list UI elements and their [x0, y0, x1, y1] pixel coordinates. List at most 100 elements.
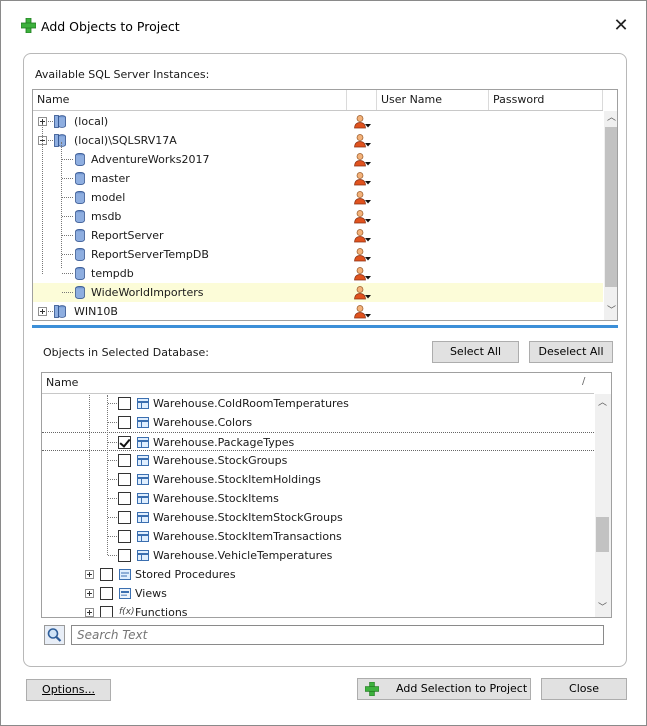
object-group-row[interactable]: Views	[42, 584, 594, 603]
tree-line	[48, 121, 53, 122]
stored-procedure-icon	[119, 569, 131, 580]
credentials-icon[interactable]	[354, 305, 372, 319]
object-name: Warehouse.Colors	[153, 416, 253, 429]
credentials-icon[interactable]	[354, 191, 372, 205]
magnifier-icon	[47, 628, 62, 642]
scroll-down-arrow[interactable]: ﹀	[604, 304, 617, 319]
object-row[interactable]: Warehouse.StockItemHoldings	[42, 470, 594, 489]
object-name: Warehouse.StockItemHoldings	[153, 473, 321, 486]
group-checkbox[interactable]	[100, 606, 113, 617]
database-row[interactable]: msdb	[33, 207, 603, 226]
object-row[interactable]: Warehouse.StockGroups	[42, 451, 594, 470]
object-row[interactable]: Warehouse.StockItems	[42, 489, 594, 508]
options-button[interactable]: Options...	[26, 679, 111, 701]
server-icon	[54, 134, 66, 147]
group-checkbox[interactable]	[100, 587, 113, 600]
tree-expander[interactable]	[85, 589, 94, 598]
object-checkbox[interactable]	[118, 454, 131, 467]
add-icon	[365, 682, 379, 696]
object-checkbox[interactable]	[118, 511, 131, 524]
close-button[interactable]: Close	[541, 678, 627, 700]
tree-line	[61, 142, 62, 268]
instances-scrollbar[interactable]: ︿ ﹀	[604, 111, 617, 320]
object-row[interactable]: Warehouse.Colors	[42, 413, 594, 432]
object-row[interactable]: Warehouse.ColdRoomTemperatures	[42, 394, 594, 413]
scroll-down-arrow[interactable]: ﹀	[595, 601, 610, 616]
tree-expander[interactable]	[85, 570, 94, 579]
object-checkbox[interactable]	[118, 492, 131, 505]
sort-indicator: /	[582, 376, 586, 387]
add-selection-button[interactable]: Add Selection to Project	[357, 678, 531, 700]
close-window-button[interactable]: ✕	[611, 17, 631, 37]
table-icon	[137, 474, 149, 485]
table-icon	[137, 512, 149, 523]
add-icon	[21, 18, 36, 33]
credentials-icon[interactable]	[354, 172, 372, 186]
database-row[interactable]: ReportServer	[33, 226, 603, 245]
credentials-icon[interactable]	[354, 210, 372, 224]
object-checkbox[interactable]	[118, 436, 131, 449]
credentials-icon[interactable]	[354, 248, 372, 262]
server-row[interactable]: WIN10B	[33, 302, 603, 320]
credentials-icon[interactable]	[354, 286, 372, 300]
search-button[interactable]	[44, 625, 65, 645]
object-checkbox[interactable]	[118, 530, 131, 543]
instances-scroll-thumb[interactable]	[605, 127, 617, 287]
object-group-row[interactable]: Stored Procedures	[42, 565, 594, 584]
object-checkbox[interactable]	[118, 397, 131, 410]
database-name: ReportServerTempDB	[91, 248, 209, 261]
window-title: Add Objects to Project	[41, 19, 180, 34]
tree-line	[62, 292, 73, 293]
credentials-icon[interactable]	[354, 134, 372, 148]
column-header-credentials[interactable]	[347, 90, 377, 110]
object-name: Warehouse.VehicleTemperatures	[153, 549, 333, 562]
tree-expander[interactable]	[38, 307, 47, 316]
instances-grid[interactable]: Name User Name Password (local) (local)\S…	[32, 89, 618, 321]
database-row[interactable]: model	[33, 188, 603, 207]
objects-section-label: Objects in Selected Database:	[43, 346, 209, 359]
database-icon	[75, 153, 85, 166]
object-row[interactable]: Warehouse.StockItemTransactions	[42, 527, 594, 546]
column-header-user-name[interactable]: User Name	[377, 90, 489, 110]
tree-expander[interactable]	[85, 608, 94, 617]
credentials-icon[interactable]	[354, 267, 372, 281]
database-row[interactable]: ReportServerTempDB	[33, 245, 603, 264]
object-row[interactable]: Warehouse.StockItemStockGroups	[42, 508, 594, 527]
credentials-icon[interactable]	[354, 115, 372, 129]
credentials-icon[interactable]	[354, 153, 372, 167]
column-header-name[interactable]: Name	[33, 90, 347, 110]
server-row[interactable]: (local)	[33, 112, 603, 131]
database-row[interactable]: master	[33, 169, 603, 188]
server-row[interactable]: (local)\SQLSRV17A	[33, 131, 603, 150]
tree-line	[48, 311, 53, 312]
view-icon	[119, 588, 131, 599]
objects-scroll-thumb[interactable]	[596, 517, 609, 552]
search-input[interactable]	[71, 625, 604, 645]
table-icon	[137, 417, 149, 428]
add-selection-label: Add Selection to Project	[396, 682, 528, 695]
database-row[interactable]: WideWorldImporters	[33, 283, 603, 302]
object-row[interactable]: Warehouse.VehicleTemperatures	[42, 546, 594, 565]
select-all-button[interactable]: Select All	[432, 341, 519, 363]
object-row[interactable]: Warehouse.PackageTypes	[42, 432, 594, 451]
column-header-password[interactable]: Password	[489, 90, 603, 110]
credentials-icon[interactable]	[354, 229, 372, 243]
group-checkbox[interactable]	[100, 568, 113, 581]
table-icon	[137, 550, 149, 561]
scroll-up-arrow[interactable]: ︿	[595, 396, 610, 411]
tree-line	[108, 555, 117, 556]
objects-scrollbar[interactable]: ︿ ﹀	[595, 394, 611, 617]
pane-splitter[interactable]	[32, 325, 618, 328]
object-checkbox[interactable]	[118, 473, 131, 486]
object-checkbox[interactable]	[118, 416, 131, 429]
object-checkbox[interactable]	[118, 549, 131, 562]
scroll-up-arrow[interactable]: ︿	[604, 111, 617, 126]
server-name: (local)\SQLSRV17A	[74, 134, 177, 147]
object-group-row[interactable]: f(x) Functions	[42, 603, 594, 617]
tree-line	[108, 517, 117, 518]
database-row[interactable]: tempdb	[33, 264, 603, 283]
database-row[interactable]: AdventureWorks2017	[33, 150, 603, 169]
deselect-all-button[interactable]: Deselect All	[529, 341, 613, 363]
objects-grid[interactable]: Name / Warehouse.ColdRoomTemperatures War…	[41, 372, 612, 618]
column-header-object-name[interactable]: Name	[42, 373, 594, 393]
